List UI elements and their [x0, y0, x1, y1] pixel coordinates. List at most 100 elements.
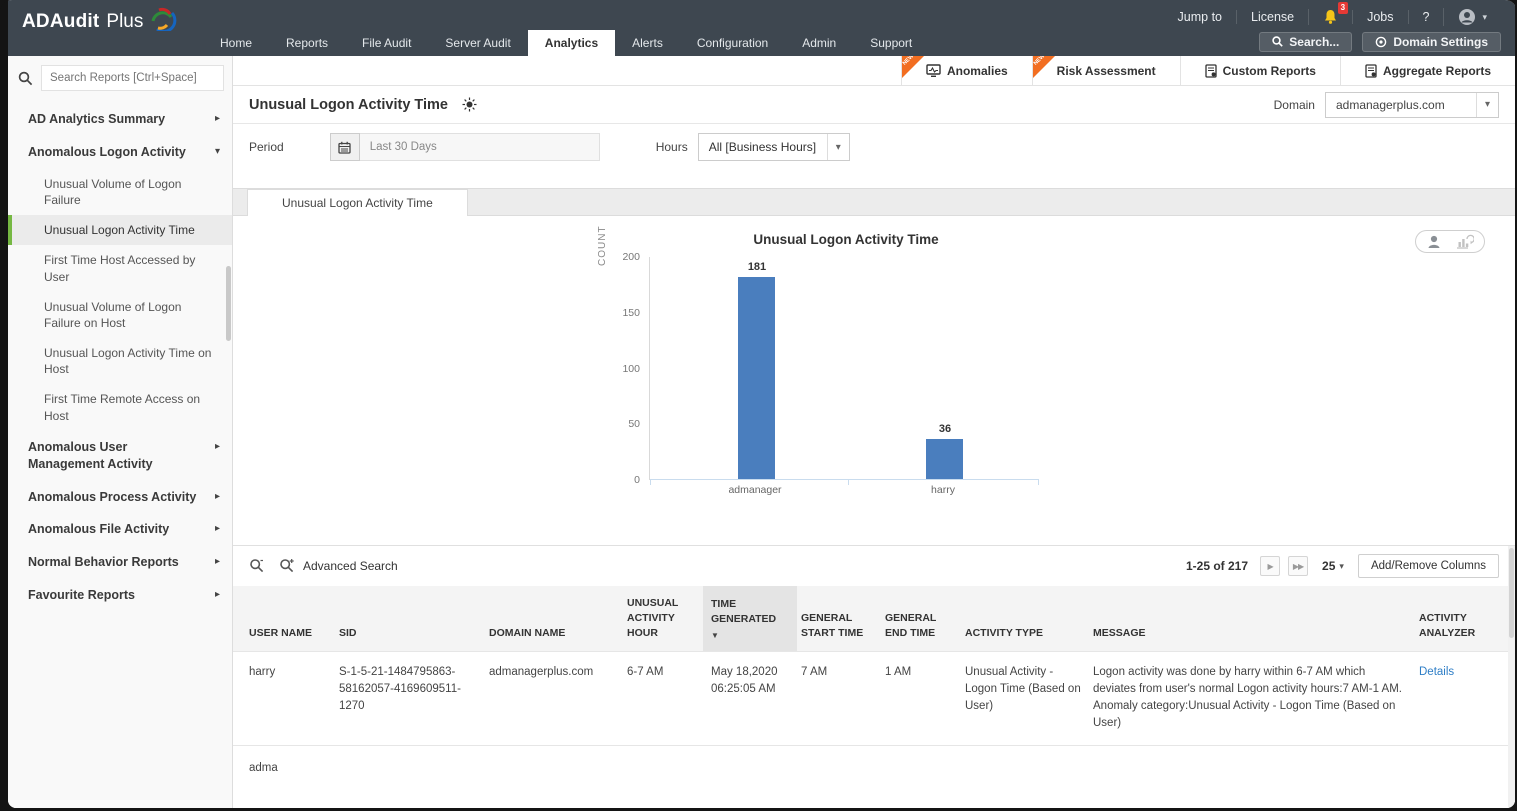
sidebar-item-label: Anomalous Process Activity [28, 489, 196, 506]
sidebar-item-first-time-remote-access-host[interactable]: First Time Remote Access on Host [8, 384, 232, 430]
logo-text-ad: ADAudit [22, 11, 99, 33]
advanced-search-link[interactable]: Advanced Search [303, 559, 398, 573]
custom-reports-button[interactable]: Custom Reports [1180, 56, 1340, 85]
report-tabbar: Unusual Logon Activity Time [233, 188, 1515, 216]
sidebar-item-first-time-host-accessed[interactable]: First Time Host Accessed by User [8, 245, 232, 291]
last-page-button[interactable]: ▶▶ [1288, 556, 1308, 576]
bell-icon [1323, 9, 1338, 25]
bar-harry[interactable] [926, 439, 963, 479]
custom-reports-label: Custom Reports [1223, 64, 1316, 78]
account-menu[interactable]: ▾ [1443, 8, 1501, 26]
x-category-label: harry [883, 484, 1003, 496]
page-size-select[interactable]: 25 ▾ [1322, 559, 1344, 573]
app-logo: ADAudit Plus [22, 5, 177, 33]
main-nav-tabs: Home Reports File Audit Server Audit Ana… [203, 30, 929, 56]
cell-user-name: harry [249, 652, 327, 745]
cell-general-start-time: 7 AM [801, 652, 873, 745]
anomalies-icon [926, 64, 941, 77]
jobs-link[interactable]: Jobs [1352, 10, 1407, 24]
sidebar-scrollbar[interactable] [226, 266, 231, 341]
sidebar-item-favourite-reports[interactable]: Favourite Reports ▸ [8, 579, 232, 612]
page-size-value: 25 [1322, 559, 1335, 573]
hours-select-value: All [Business Hours] [699, 140, 827, 154]
tab-server-audit[interactable]: Server Audit [428, 30, 527, 56]
domain-settings-button[interactable]: Domain Settings [1362, 32, 1501, 52]
calendar-icon [338, 141, 351, 154]
aggregate-reports-button[interactable]: Aggregate Reports [1340, 56, 1515, 85]
sidebar-item-anomalous-process-activity[interactable]: Anomalous Process Activity ▸ [8, 481, 232, 514]
tab-admin[interactable]: Admin [785, 30, 853, 56]
global-search-button[interactable]: Search... [1259, 32, 1352, 52]
user-avatar-icon [1458, 8, 1476, 26]
sidebar-item-anomalous-user-management[interactable]: Anomalous User Management Activity ▸ [8, 431, 232, 481]
chevron-down-icon: ▾ [1476, 93, 1498, 117]
period-input[interactable] [360, 133, 600, 161]
tab-analytics[interactable]: Analytics [528, 30, 615, 56]
anomalies-button[interactable]: NEW Anomalies [901, 56, 1032, 85]
sidebar-search-input[interactable] [41, 65, 224, 91]
license-link[interactable]: License [1236, 10, 1308, 24]
col-message[interactable]: MESSAGE [1093, 586, 1407, 651]
next-page-button[interactable]: ▶ [1260, 556, 1280, 576]
notifications-button[interactable]: 3 [1308, 9, 1352, 25]
table-row: harry S-1-5-21-1484795863-58162057-41696… [233, 651, 1515, 745]
tab-support[interactable]: Support [853, 30, 929, 56]
chevron-right-icon: ▸ [215, 440, 220, 454]
chart-title: Unusual Logon Activity Time [611, 216, 1081, 247]
report-tab-unusual-logon-activity-time[interactable]: Unusual Logon Activity Time [247, 189, 468, 216]
details-link[interactable]: Details [1419, 652, 1499, 745]
anomalies-label: Anomalies [947, 64, 1008, 78]
sidebar-item-unusual-logon-activity-time[interactable]: Unusual Logon Activity Time [8, 215, 232, 245]
chart-refresh-toggle-icon[interactable] [1456, 234, 1474, 249]
sidebar-item-unusual-volume-logon-failure-host[interactable]: Unusual Volume of Logon Failure on Host [8, 292, 232, 338]
user-view-toggle-icon[interactable] [1426, 234, 1442, 249]
chevron-right-icon: ▸ [215, 555, 220, 569]
report-icon [1205, 64, 1217, 78]
reports-sidebar: AD Analytics Summary ▸ Anomalous Logon A… [8, 56, 233, 808]
sidebar-item-unusual-logon-activity-time-host[interactable]: Unusual Logon Activity Time on Host [8, 338, 232, 384]
domain-select[interactable]: admanagerplus.com ▾ [1325, 92, 1499, 118]
risk-assessment-label: Risk Assessment [1057, 64, 1156, 78]
calendar-button[interactable] [330, 133, 360, 161]
col-general-start-time[interactable]: GENERAL START TIME [801, 586, 873, 651]
col-sid[interactable]: SID [339, 586, 477, 651]
sidebar-item-unusual-volume-logon-failure[interactable]: Unusual Volume of Logon Failure [8, 169, 232, 215]
account-caret-icon: ▾ [1482, 12, 1487, 23]
table-header-row: USER NAME SID DOMAIN NAME UNUSUAL ACTIVI… [233, 586, 1515, 651]
col-time-generated[interactable]: TIME GENERATED ▼ [703, 586, 797, 651]
table-search-icon[interactable] [249, 558, 265, 574]
search-button-label: Search... [1289, 35, 1339, 49]
chart-view-toggle [1415, 230, 1485, 253]
hours-select[interactable]: All [Business Hours] ▾ [698, 133, 850, 161]
sidebar-item-anomalous-logon-activity[interactable]: Anomalous Logon Activity ▾ [8, 136, 232, 169]
tab-reports[interactable]: Reports [269, 30, 345, 56]
sidebar-item-label: Favourite Reports [28, 587, 135, 604]
col-activity-type[interactable]: ACTIVITY TYPE [965, 586, 1081, 651]
col-general-end-time[interactable]: GENERAL END TIME [885, 586, 953, 651]
x-category-label: admanager [695, 484, 815, 496]
advanced-search-icon[interactable] [279, 558, 295, 574]
help-button[interactable]: ? [1408, 10, 1444, 24]
cell-activity-type: Unusual Activity - Logon Time (Based on … [965, 652, 1081, 745]
tab-home[interactable]: Home [203, 30, 269, 56]
tab-configuration[interactable]: Configuration [680, 30, 785, 56]
insight-bulb-icon[interactable] [462, 97, 477, 112]
col-domain-name[interactable]: DOMAIN NAME [489, 586, 615, 651]
sidebar-item-anomalous-file-activity[interactable]: Anomalous File Activity ▸ [8, 513, 232, 546]
add-remove-columns-button[interactable]: Add/Remove Columns [1358, 554, 1499, 578]
sidebar-search-icon[interactable] [18, 71, 33, 86]
table-scrollbar[interactable] [1508, 546, 1515, 808]
sidebar-item-ad-analytics-summary[interactable]: AD Analytics Summary ▸ [8, 103, 232, 136]
col-activity-analyzer[interactable]: ACTIVITY ANALYZER [1419, 586, 1499, 651]
sidebar-item-normal-behavior-reports[interactable]: Normal Behavior Reports ▸ [8, 546, 232, 579]
jump-to-link[interactable]: Jump to [1164, 10, 1236, 24]
domain-select-value: admanagerplus.com [1326, 98, 1476, 112]
risk-assessment-button[interactable]: NEW Risk Assessment [1032, 56, 1180, 85]
col-unusual-activity-hour[interactable]: UNUSUAL ACTIVITY HOUR [627, 586, 699, 651]
col-user-name[interactable]: USER NAME [249, 586, 327, 651]
tab-alerts[interactable]: Alerts [615, 30, 680, 56]
bar-admanager[interactable] [738, 277, 775, 479]
chevron-right-icon: ▸ [215, 522, 220, 536]
cell-general-end-time: 1 AM [885, 652, 953, 745]
tab-file-audit[interactable]: File Audit [345, 30, 428, 56]
